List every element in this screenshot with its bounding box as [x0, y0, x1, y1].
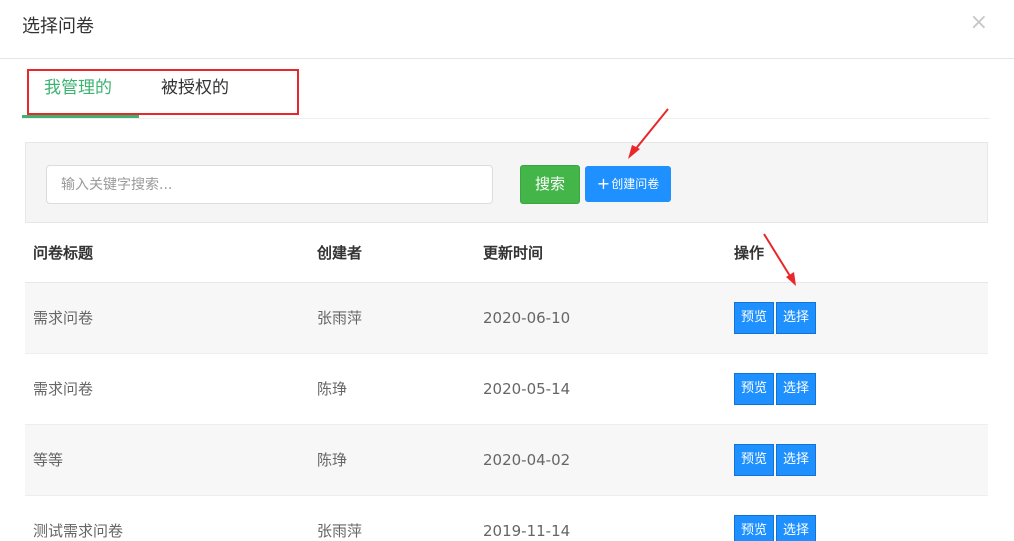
- row-actions: 预览 选择: [734, 302, 818, 334]
- create-survey-label: 创建问卷: [611, 177, 660, 191]
- preview-button[interactable]: 预览: [734, 302, 774, 334]
- cell-creator: 陈琤: [317, 451, 348, 469]
- survey-table: 问卷标题 创建者 更新时间 操作 需求问卷 张雨萍 2020-06-10 预览选…: [25, 223, 988, 541]
- row-actions: 预览 选择: [734, 515, 818, 541]
- create-survey-button[interactable]: +创建问卷: [585, 166, 671, 202]
- preview-button[interactable]: 预览: [734, 515, 774, 541]
- header-creator: 创建者: [317, 244, 363, 262]
- cell-updated: 2020-05-14: [483, 380, 571, 398]
- search-panel: 搜索 +创建问卷: [25, 142, 988, 223]
- cell-updated: 2020-04-02: [483, 451, 571, 469]
- table-row: 测试需求问卷 张雨萍 2019-11-14 预览 选择: [25, 496, 988, 541]
- table-row: 需求问卷 陈琤 2020-05-14 预览 选择: [25, 354, 988, 425]
- cell-title: 需求问卷: [33, 380, 94, 398]
- preview-button[interactable]: 预览: [734, 444, 774, 476]
- table-row: 需求问卷 张雨萍 2020-06-10 预览 选择: [25, 283, 988, 354]
- header-title: 问卷标题: [33, 244, 94, 262]
- modal-title: 选择问卷: [22, 16, 94, 37]
- search-input[interactable]: [46, 165, 493, 204]
- table-header: 问卷标题 创建者 更新时间 操作: [25, 223, 988, 283]
- plus-icon: +: [596, 174, 611, 193]
- select-button[interactable]: 选择: [776, 302, 816, 334]
- cell-creator: 张雨萍: [317, 309, 363, 327]
- active-tab-indicator: [22, 115, 139, 118]
- table-row: 等等 陈琤 2020-04-02 预览 选择: [25, 425, 988, 496]
- row-actions: 预览 选择: [734, 373, 818, 405]
- select-button[interactable]: 选择: [776, 515, 816, 541]
- header-actions: 操作: [734, 244, 765, 262]
- cell-title: 测试需求问卷: [33, 522, 124, 540]
- cell-title: 需求问卷: [33, 309, 94, 327]
- cell-title: 等等: [33, 451, 64, 469]
- cell-updated: 2020-06-10: [483, 309, 571, 327]
- search-button[interactable]: 搜索: [520, 165, 580, 204]
- cell-creator: 陈琤: [317, 380, 348, 398]
- header-updated: 更新时间: [483, 244, 544, 262]
- cell-updated: 2019-11-14: [483, 522, 571, 540]
- modal-header: 选择问卷 ×: [0, 0, 1014, 59]
- row-actions: 预览 选择: [734, 444, 818, 476]
- annotation-highlight-box: [27, 69, 299, 115]
- select-button[interactable]: 选择: [776, 444, 816, 476]
- close-icon[interactable]: ×: [970, 10, 988, 36]
- select-button[interactable]: 选择: [776, 373, 816, 405]
- cell-creator: 张雨萍: [317, 522, 363, 540]
- preview-button[interactable]: 预览: [734, 373, 774, 405]
